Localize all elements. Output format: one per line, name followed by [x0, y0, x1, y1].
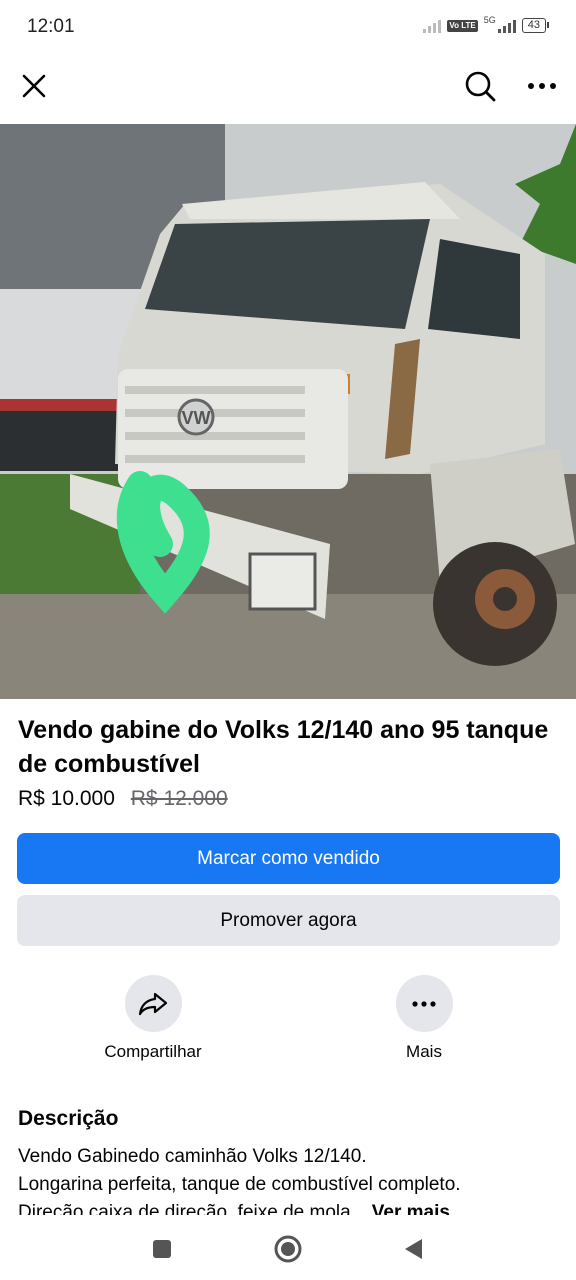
more-icon[interactable] [520, 64, 564, 108]
price-row: R$ 10.000 R$ 12.000 [18, 787, 228, 811]
current-price: R$ 10.000 [18, 787, 115, 810]
home-icon[interactable] [273, 1234, 303, 1264]
status-bar: 12:01 Vo LTE 5G 43 [0, 0, 576, 56]
promote-now-button[interactable]: Promover agora [17, 895, 560, 946]
volte-badge: Vo LTE [447, 19, 478, 32]
mark-as-sold-button[interactable]: Marcar como vendido [17, 833, 560, 884]
share-label: Compartilhar [104, 1042, 202, 1061]
recents-icon[interactable] [147, 1234, 177, 1264]
description-line: Longarina perfeita, tanque de combustíve… [18, 1174, 461, 1195]
wifi-signal-icon [423, 19, 442, 33]
share-icon[interactable] [124, 975, 182, 1032]
back-icon[interactable] [398, 1234, 428, 1264]
battery-indicator: 43 [521, 18, 550, 33]
description-line-text: Direção caixa de direção, feixe de mola.… [18, 1202, 367, 1215]
more-dots-icon[interactable] [395, 975, 453, 1032]
more-action[interactable]: Mais [344, 975, 504, 1062]
listing-photo[interactable]: VW [0, 124, 576, 699]
top-bar [0, 56, 576, 122]
system-nav-bar [0, 1216, 576, 1280]
description-heading: Descrição [18, 1107, 119, 1130]
cell-signal-icon [497, 19, 516, 33]
status-icons: Vo LTE 5G 43 [423, 14, 550, 33]
original-price: R$ 12.000 [130, 787, 228, 810]
status-time: 12:01 [27, 16, 75, 37]
svg-text:VW: VW [182, 408, 211, 428]
listing-title: Vendo gabine do Volks 12/140 ano 95 tanq… [18, 716, 549, 778]
more-label: Mais [406, 1042, 442, 1061]
description-line: Vendo Gabinedo caminhão Volks 12/140. [18, 1146, 367, 1167]
description-body: Vendo Gabinedo caminhão Volks 12/140. Lo… [18, 1143, 563, 1215]
search-icon[interactable] [458, 64, 502, 108]
close-icon[interactable] [12, 64, 56, 108]
description-line: Direção caixa de direção, feixe de mola.… [18, 1199, 563, 1215]
truck-photo-image: VW [0, 124, 576, 699]
share-action[interactable]: Compartilhar [73, 975, 233, 1062]
network-type: 5G [483, 14, 496, 25]
see-more-link[interactable]: Ver mais [372, 1202, 450, 1215]
